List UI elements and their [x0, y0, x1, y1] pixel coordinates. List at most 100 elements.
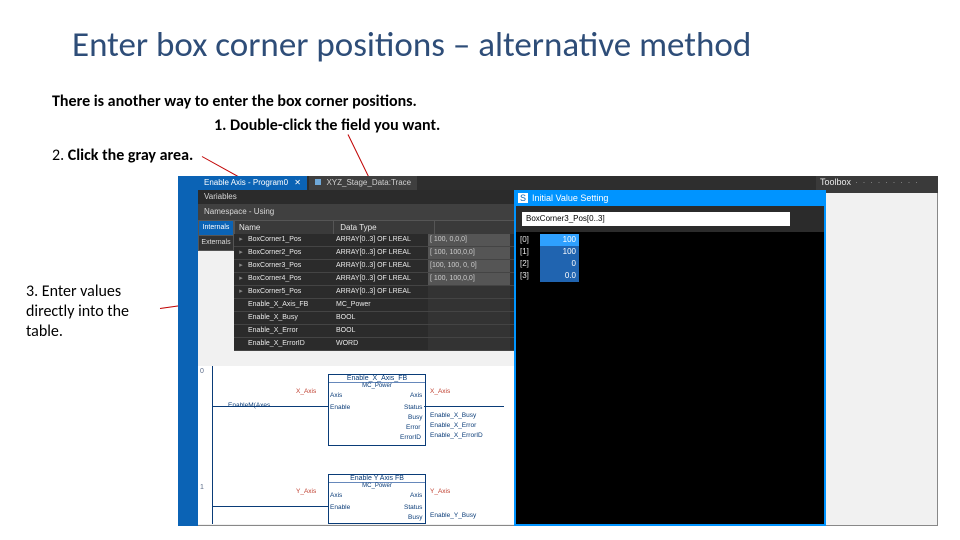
intro-text: There is another way to enter the box co… [52, 92, 417, 111]
ivs-body: BoxCorner3_Pos[0..3] [0]100 [1]100 [2]0 … [516, 206, 824, 524]
variable-scope-tabs: Internals Externals [198, 220, 234, 250]
step-2-number: 2. [52, 146, 64, 165]
cell-name: Enable_X_Error [246, 325, 334, 337]
cell-type: ARRAY[0..3] OF LREAL [334, 260, 428, 272]
toolbox-panel-header[interactable]: Toolbox · · · · · · · · · [816, 176, 938, 193]
window-icon: S [518, 193, 528, 203]
table-row[interactable]: Enable_X_ErrorBOOL [234, 325, 514, 338]
wire [212, 406, 328, 407]
step-1: 1. Double-click the field you want. [214, 116, 440, 135]
ivs-value[interactable]: 100 [540, 246, 579, 258]
cell-init[interactable] [428, 338, 510, 350]
cell-type: ARRAY[0..3] OF LREAL [334, 247, 428, 259]
ivs-row[interactable]: [0]100 [520, 234, 579, 246]
ivs-value[interactable]: 0.0 [540, 270, 579, 282]
ivs-index: [1] [520, 246, 540, 258]
tab-label: XYZ_Stage_Data:Trace [326, 178, 411, 187]
wire [424, 406, 504, 407]
cell-type: ARRAY[0..3] OF LREAL [334, 286, 428, 298]
cell-name: Enable_X_Busy [246, 312, 334, 324]
cell-name: Enable_X_ErrorID [246, 338, 334, 350]
table-row[interactable]: Enable_X_ErrorIDWORD [234, 338, 514, 351]
fb-instance-name: Enable Y Axis FB [329, 475, 425, 483]
ivs-row[interactable]: [2]0 [520, 258, 579, 270]
fb-pin: Axis [410, 492, 422, 499]
signal-label: X_Axis [296, 388, 316, 395]
table-row[interactable]: ▸BoxCorner1_PosARRAY[0..3] OF LREAL[ 100… [234, 234, 514, 247]
ivs-value-grid: [0]100 [1]100 [2]0 [3]0.0 [516, 232, 824, 524]
wire [212, 506, 328, 507]
ivs-path-field[interactable]: BoxCorner3_Pos[0..3] [522, 212, 790, 226]
signal-label: X_Axis [430, 388, 450, 395]
cell-init[interactable]: [ 100, 0,0,0] [428, 234, 510, 246]
signal-label: Y_Axis [296, 488, 316, 495]
cell-name: BoxCorner4_Pos [246, 273, 334, 285]
dots-icon: · · · · · · · · · [855, 177, 919, 187]
table-row[interactable]: ▸BoxCorner5_PosARRAY[0..3] OF LREAL [234, 286, 514, 299]
table-row[interactable]: ▸BoxCorner4_PosARRAY[0..3] OF LREAL[ 100… [234, 273, 514, 286]
signal-label: Y_Axis [430, 488, 450, 495]
rung-number: 0 [200, 368, 204, 375]
tab-label: Enable Axis - Program0 [204, 178, 288, 187]
fb-pin: Busy [408, 414, 422, 421]
signal-label: Enable_X_ErrorID [430, 432, 483, 439]
fb-pin: Error [406, 424, 420, 431]
tab-enable-axis[interactable]: Enable Axis - Program0 ✕ [198, 176, 307, 190]
fb-type-name: MC_Power [329, 383, 425, 389]
ivs-value[interactable]: 100 [540, 234, 579, 246]
ide-left-rail [178, 176, 198, 526]
cell-name: BoxCorner2_Pos [246, 247, 334, 259]
variables-header[interactable]: Variables [198, 190, 520, 204]
step-2: 2. Click the gray area. [52, 146, 193, 165]
ivs-row[interactable]: [3]0.0 [520, 270, 579, 282]
tab-internals[interactable]: Internals [198, 220, 234, 236]
tab-externals[interactable]: Externals [198, 235, 234, 251]
ide-screenshot: Enable Axis - Program0 ✕ XYZ_Stage_Data:… [178, 176, 938, 526]
ivs-index: [2] [520, 258, 540, 270]
ivs-index: [0] [520, 234, 540, 246]
cell-init[interactable] [428, 325, 510, 337]
ivs-value[interactable]: 0 [540, 258, 579, 270]
fb-pin: Busy [408, 514, 422, 521]
editor-tab-bar: Enable Axis - Program0 ✕ XYZ_Stage_Data:… [198, 176, 826, 190]
fb-type-name: MC_Power [329, 483, 425, 489]
cell-init[interactable]: [ 100, 100,0,0] [428, 247, 510, 259]
ivs-index: [3] [520, 270, 540, 282]
table-row[interactable]: ▸BoxCorner2_PosARRAY[0..3] OF LREAL[ 100… [234, 247, 514, 260]
cell-init[interactable]: [ 100, 100,0,0] [428, 273, 510, 285]
col-type[interactable]: Data Type [336, 221, 435, 235]
table-row[interactable]: Enable_X_BusyBOOL [234, 312, 514, 325]
fb-pin: Axis [410, 392, 422, 399]
cell-name: BoxCorner3_Pos [246, 260, 334, 272]
signal-label: Enable_X_Busy [430, 412, 476, 419]
cell-type: MC_Power [334, 299, 428, 311]
fb-pin: ErrorID [400, 434, 421, 441]
tab-xyz-trace[interactable]: XYZ_Stage_Data:Trace [309, 176, 417, 190]
namespace-header[interactable]: Namespace - Using [198, 204, 520, 220]
cell-init[interactable] [428, 299, 510, 311]
signal-label: Enable_Y_Busy [430, 512, 476, 519]
fb-pin: Enable [330, 404, 350, 411]
table-row[interactable]: Enable_X_Axis_FBMC_Power [234, 299, 514, 312]
col-name[interactable]: Name [235, 221, 334, 235]
ivs-titlebar[interactable]: S Initial Value Setting [514, 190, 826, 206]
cell-init[interactable]: [100, 100, 0, 0] [428, 260, 510, 272]
cell-init[interactable] [428, 312, 510, 324]
cell-init[interactable] [428, 286, 510, 298]
fb-pin: Status [404, 404, 422, 411]
slide-title: Enter box corner positions – alternative… [72, 24, 751, 66]
cell-name: Enable_X_Axis_FB [246, 299, 334, 311]
cell-type: BOOL [334, 325, 428, 337]
step-3: 3. Enter values directly into the table. [26, 282, 166, 342]
toolbox-label: Toolbox [820, 177, 851, 187]
fb-pin: Axis [330, 492, 342, 499]
ivs-row[interactable]: [1]100 [520, 246, 579, 258]
close-icon[interactable]: ✕ [294, 178, 301, 187]
ladder-diagram: 0 1 Enable_X_Axis_FB MC_Power Axis Axis … [198, 366, 514, 524]
step-2-text: Click the gray area. [64, 146, 193, 165]
table-row[interactable]: ▸BoxCorner3_PosARRAY[0..3] OF LREAL[100,… [234, 260, 514, 273]
fb-pin: Status [404, 504, 422, 511]
cell-type: BOOL [334, 312, 428, 324]
ivs-title-text: Initial Value Setting [532, 193, 608, 203]
cell-type: WORD [334, 338, 428, 350]
